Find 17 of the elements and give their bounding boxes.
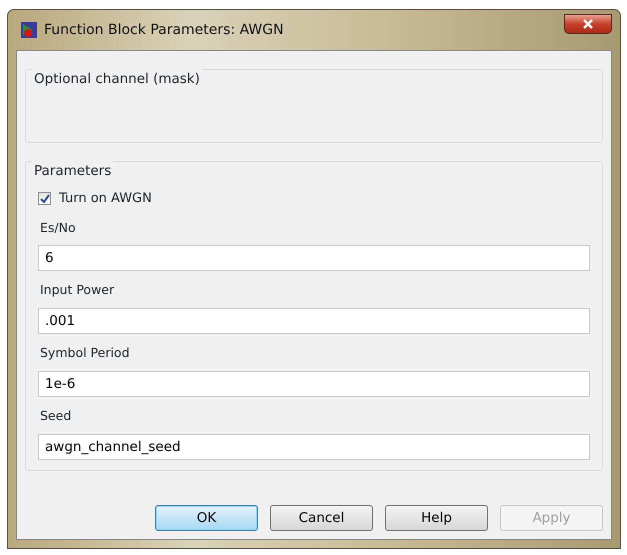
- window-title: Function Block Parameters: AWGN: [44, 20, 284, 40]
- input-field[interactable]: .001: [38, 308, 590, 334]
- dialog-button[interactable]: OK: [155, 505, 258, 531]
- close-button[interactable]: [564, 14, 612, 34]
- checkbox-label: Turn on AWGN: [59, 190, 152, 208]
- input-field[interactable]: awgn_channel_seed: [38, 434, 590, 460]
- input-field[interactable]: 1e-6: [38, 370, 590, 397]
- input-field[interactable]: 6: [38, 245, 590, 272]
- dialog-button[interactable]: Cancel: [270, 505, 373, 531]
- field-label: Symbol Period: [40, 344, 131, 362]
- field-label: Seed: [40, 406, 72, 425]
- block-diagram-icon: [20, 21, 38, 39]
- field-label: Es/No: [40, 218, 77, 236]
- dialog-button[interactable]: Help: [385, 505, 488, 531]
- close-icon: [582, 19, 594, 29]
- field-label: Input Power: [40, 281, 116, 300]
- checkbox[interactable]: [38, 192, 51, 206]
